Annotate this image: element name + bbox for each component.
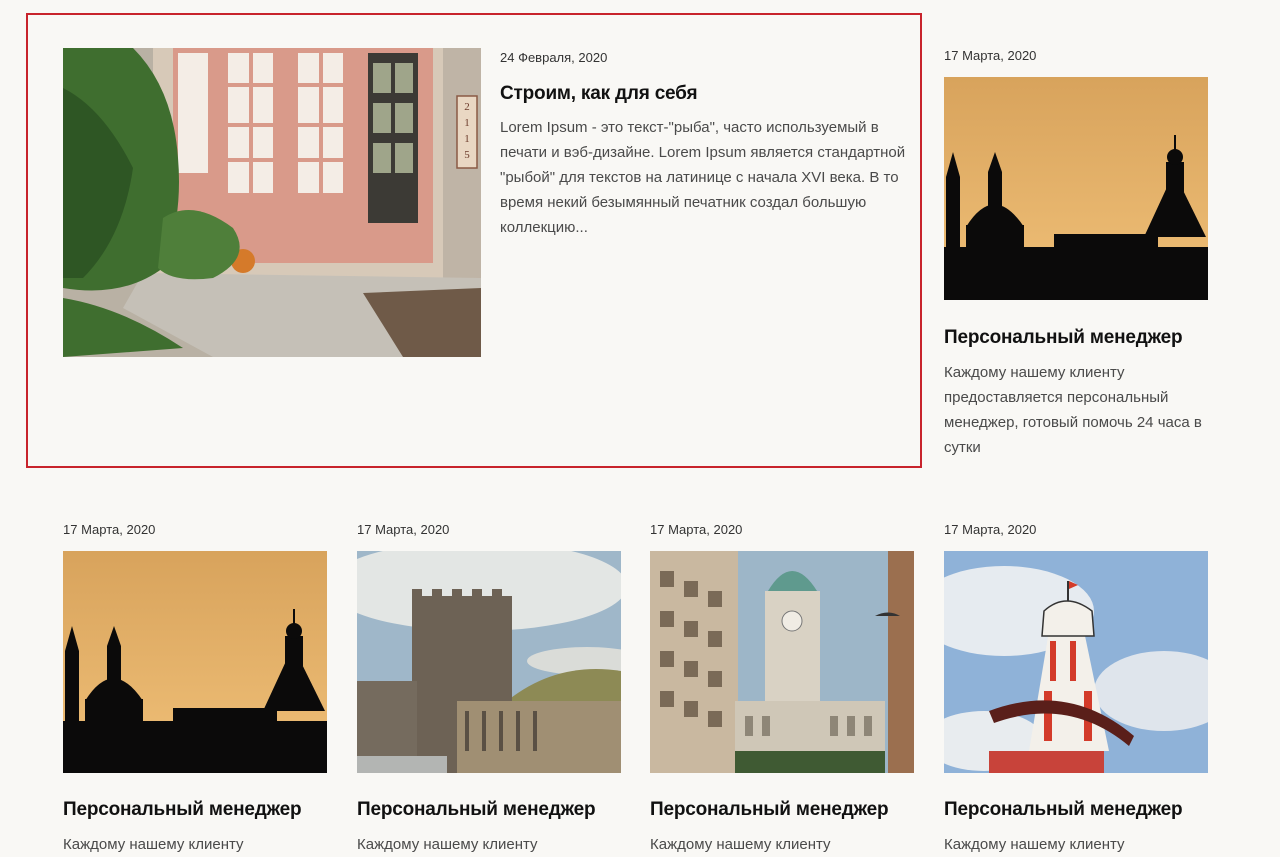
grid-title[interactable]: Персональный менеджер [357, 799, 621, 821]
grid-title[interactable]: Персональный менеджер [63, 799, 327, 821]
grid-helter-skelter-image[interactable] [944, 551, 1208, 773]
grid-castle-image[interactable] [357, 551, 621, 773]
side-silhouette-image[interactable] [944, 77, 1208, 300]
grid-date: 17 Марта, 2020 [650, 522, 743, 537]
grid-card-1[interactable]: 17 Марта, 2020 Персональный менеджер Каж… [63, 522, 327, 857]
featured-house-image[interactable]: 2 1 1 5 [63, 48, 481, 357]
grid-date: 17 Марта, 2020 [63, 522, 156, 537]
side-title[interactable]: Персональный менеджер [944, 327, 1208, 349]
grid-silhouette-image[interactable] [63, 551, 327, 773]
grid-card-2[interactable]: 17 Марта, 2020 Персональный менеджер Каж… [357, 522, 621, 857]
grid-date: 17 Марта, 2020 [944, 522, 1037, 537]
grid-title[interactable]: Персональный менеджер [650, 799, 914, 821]
grid-title[interactable]: Персональный менеджер [944, 799, 1208, 821]
svg-text:1: 1 [464, 117, 470, 129]
grid-description: Каждому нашему клиенту [944, 836, 1125, 853]
side-date: 17 Марта, 2020 [944, 48, 1037, 63]
grid-card-3[interactable]: 17 Марта, 2020 Персональный менеджер Каж… [650, 522, 914, 857]
grid-date: 17 Марта, 2020 [357, 522, 450, 537]
svg-text:2: 2 [464, 101, 470, 113]
svg-text:5: 5 [464, 149, 470, 161]
grid-description: Каждому нашему клиенту [650, 836, 831, 853]
svg-text:1: 1 [464, 133, 470, 145]
grid-description: Каждому нашему клиенту [63, 836, 244, 853]
featured-date: 24 Февраля, 2020 [500, 50, 608, 65]
grid-description: Каждому нашему клиенту [357, 836, 538, 853]
featured-title[interactable]: Строим, как для себя [500, 83, 910, 105]
side-news-card[interactable]: 17 Марта, 2020 Персональный менеджер Каж… [944, 48, 1208, 460]
side-description: Каждому нашему клиенту предоставляется п… [944, 364, 1202, 456]
grid-card-4[interactable]: 17 Марта, 2020 Персональный менеджер Каж… [944, 522, 1208, 857]
grid-tower-image[interactable] [650, 551, 914, 773]
featured-description: Lorem Ipsum - это текст-"рыба", часто ис… [500, 119, 906, 236]
